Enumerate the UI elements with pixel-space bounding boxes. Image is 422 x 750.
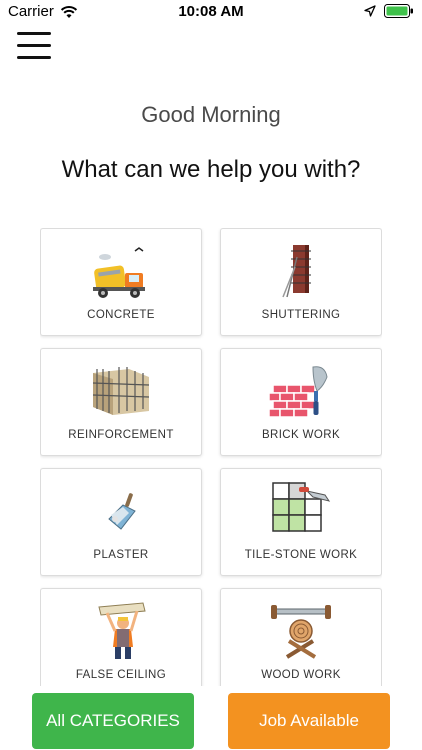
page-title: What can we help you with?: [61, 156, 361, 183]
category-card-reinforcement[interactable]: REINFORCEMENT: [40, 348, 202, 456]
location-arrow-icon: [364, 5, 376, 17]
plaster-trowel-icon: [108, 493, 136, 530]
wood-saw-icon: [271, 605, 331, 659]
battery-icon: [384, 4, 413, 18]
app-screen: Carrier 10:08 AM Good Morning What can w…: [0, 0, 422, 750]
category-label: WOOD WORK: [261, 669, 341, 681]
category-label: FALSE CEILING: [75, 669, 167, 681]
job-available-button[interactable]: Job Available: [228, 693, 390, 749]
category-card-false-ceiling[interactable]: FALSE CEILING: [40, 588, 202, 686]
status-right: [364, 4, 414, 18]
category-grid: CONCRETE SHUTTERING REINFORCEMENT BRICK …: [40, 228, 382, 686]
hamburger-menu-icon[interactable]: [17, 30, 53, 62]
shuttering-column-icon: [282, 245, 311, 298]
category-label: REINFORCEMENT: [68, 429, 174, 441]
status-bar: Carrier 10:08 AM: [0, 0, 422, 24]
reinforcement-rebar-icon: [92, 367, 150, 415]
all-categories-button[interactable]: All CATEGORIES: [32, 693, 194, 749]
brick-trowel-icon: [269, 366, 328, 418]
category-card-tile-stone-work[interactable]: TILE-STONE WORK: [220, 468, 382, 576]
category-card-wood-work[interactable]: WOOD WORK: [220, 588, 382, 686]
category-label: BRICK WORK: [261, 429, 341, 441]
tile-grid-icon: [272, 482, 331, 532]
status-time: 10:08 AM: [178, 3, 244, 20]
category-card-brick-work[interactable]: BRICK WORK: [220, 348, 382, 456]
category-card-concrete[interactable]: CONCRETE: [40, 228, 202, 336]
category-label: TILE-STONE WORK: [244, 549, 358, 561]
category-card-plaster[interactable]: PLASTER: [40, 468, 202, 576]
category-label: CONCRETE: [87, 309, 155, 321]
false-ceiling-worker-icon: [98, 602, 146, 659]
category-label: PLASTER: [93, 549, 149, 561]
concrete-mixer-truck-icon: [93, 247, 145, 298]
greeting-text: Good Morning: [141, 102, 281, 127]
category-card-shuttering[interactable]: SHUTTERING: [220, 228, 382, 336]
category-label: SHUTTERING: [261, 309, 341, 321]
